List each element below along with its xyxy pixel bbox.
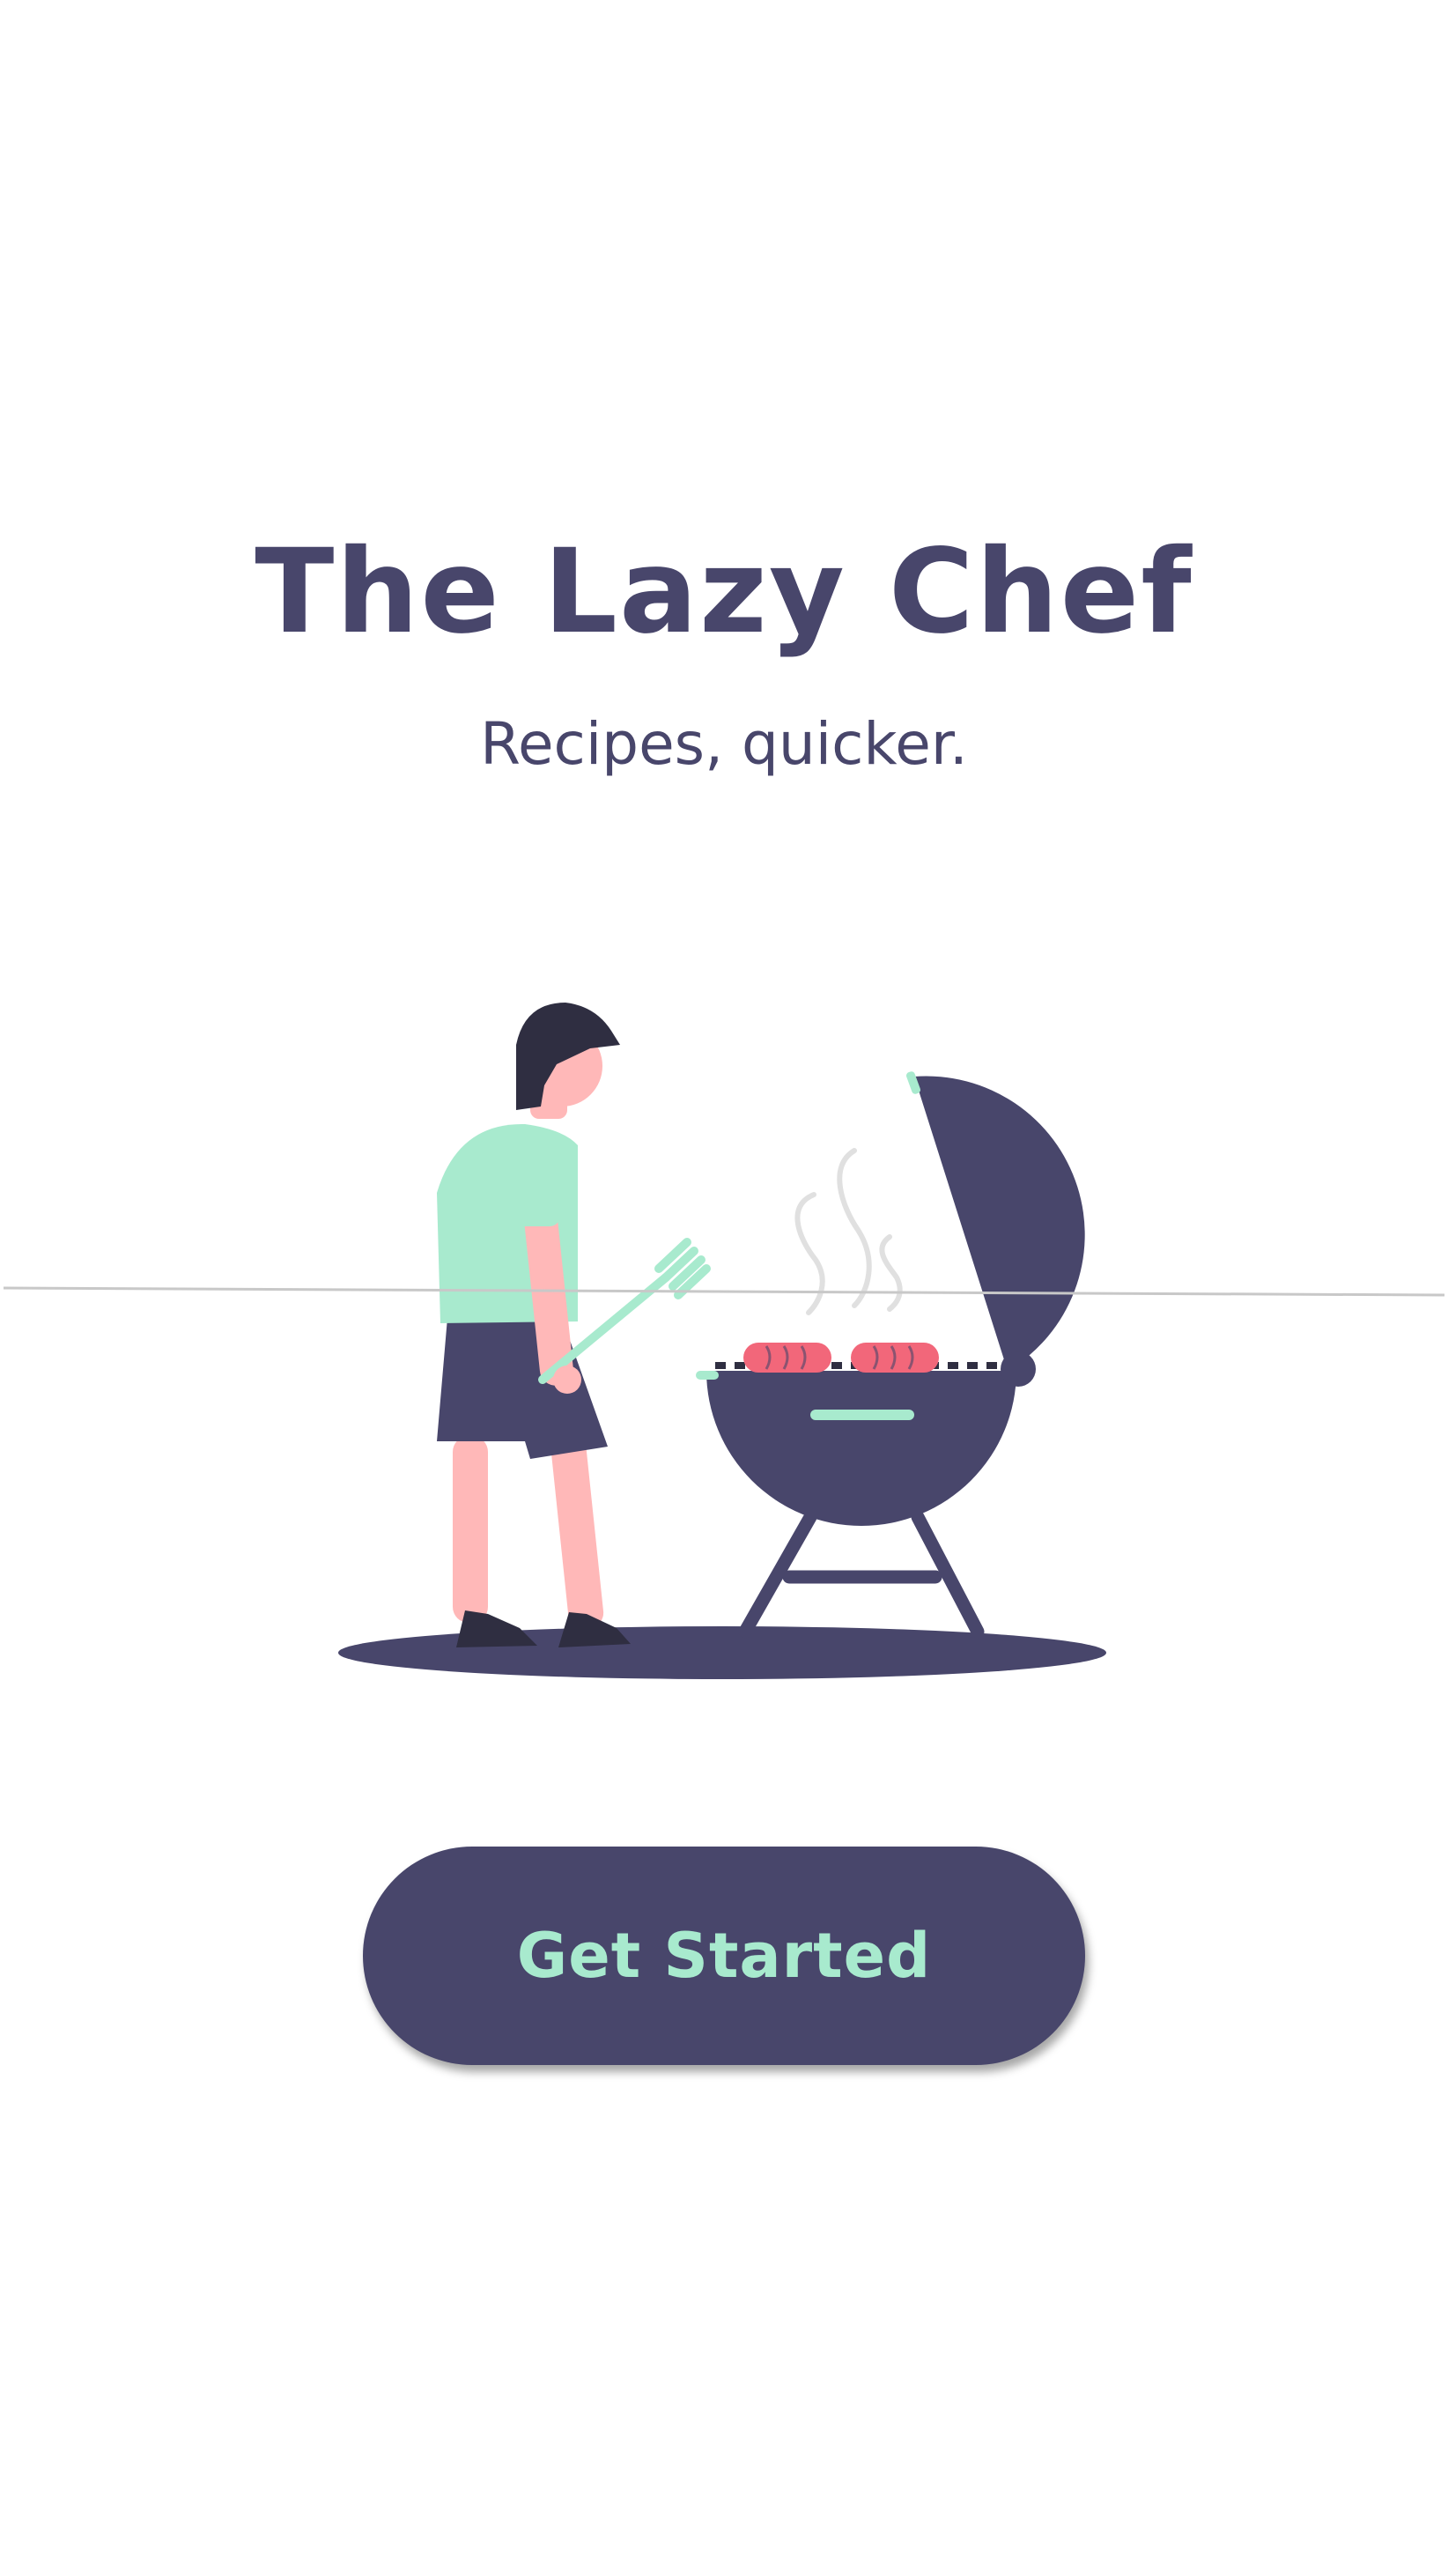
app-title: The Lazy Chef bbox=[255, 524, 1193, 660]
app-tagline: Recipes, quicker. bbox=[480, 710, 968, 778]
grill-lid bbox=[914, 1076, 1085, 1371]
smoke bbox=[794, 1148, 903, 1315]
lid-hinge bbox=[1001, 1351, 1036, 1387]
grill-bowl bbox=[706, 1371, 1016, 1526]
grill-stand bbox=[738, 1510, 985, 1639]
ground-shadow bbox=[338, 1626, 1106, 1679]
get-started-button[interactable]: Get Started bbox=[363, 1847, 1085, 2065]
grill-handle bbox=[810, 1410, 914, 1420]
grate-tab bbox=[696, 1371, 719, 1380]
bbq-illustration bbox=[338, 1003, 1106, 1679]
person bbox=[437, 1003, 711, 1647]
